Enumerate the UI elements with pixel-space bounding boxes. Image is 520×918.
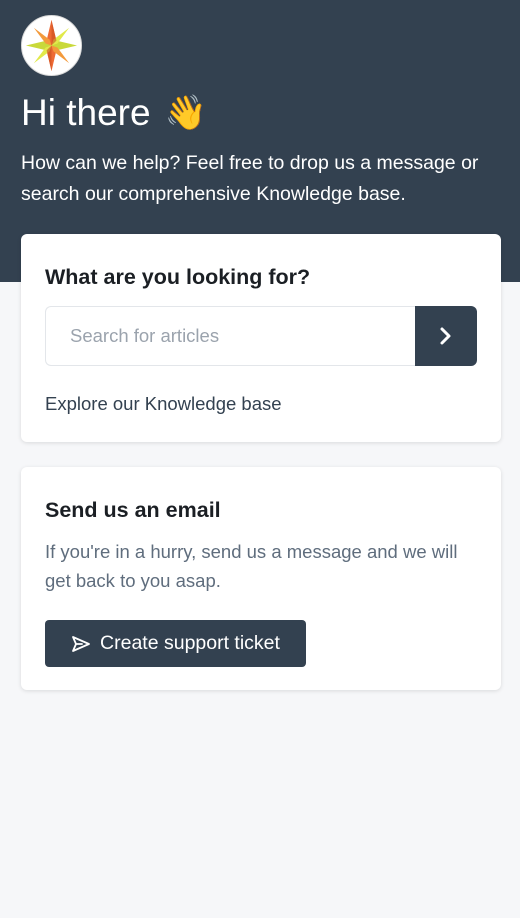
search-submit-button[interactable]	[415, 306, 477, 366]
email-card-title: Send us an email	[45, 498, 221, 522]
search-input[interactable]	[45, 306, 415, 366]
email-card-description: If you're in a hurry, send us a message …	[45, 541, 458, 591]
greeting-heading: Hi there 👋	[21, 88, 207, 138]
search-bar	[45, 306, 477, 366]
search-card: What are you looking for? Explore our Kn…	[21, 234, 501, 442]
waving-hand-icon: 👋	[164, 94, 207, 132]
email-card: Send us an email If you're in a hurry, s…	[21, 467, 501, 690]
create-support-ticket-label: Create support ticket	[100, 632, 280, 654]
compass-star-logo	[21, 15, 82, 76]
chevron-right-icon	[440, 327, 451, 345]
create-support-ticket-button[interactable]: Create support ticket	[45, 620, 306, 667]
search-card-title: What are you looking for?	[45, 265, 311, 289]
explore-knowledge-base-link[interactable]: Explore our Knowledge base	[45, 392, 282, 416]
intro-text: How can we help? Feel free to drop us a …	[21, 152, 479, 205]
send-icon	[72, 635, 90, 652]
greeting-text: Hi there	[21, 92, 151, 133]
